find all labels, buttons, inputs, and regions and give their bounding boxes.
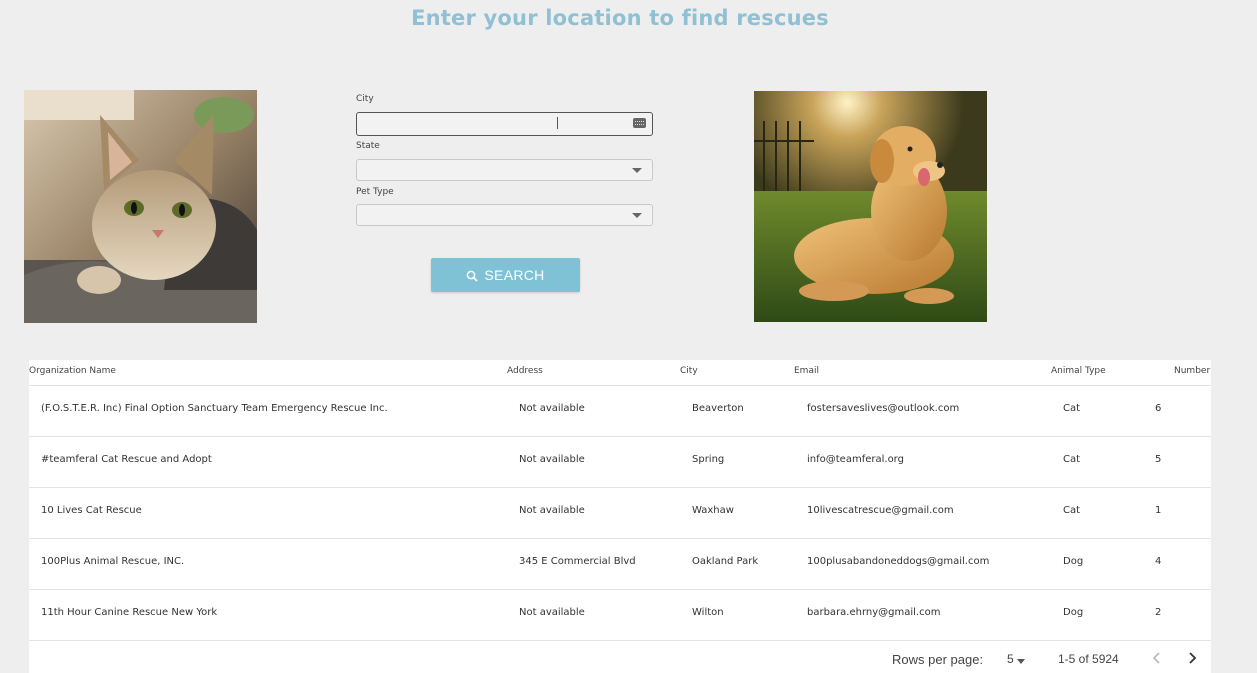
rows-per-page-select[interactable]: 5 [1007,652,1014,666]
table-row[interactable]: 10 Lives Cat Rescue Not available Waxhaw… [29,487,1211,539]
keyboard-icon[interactable] [633,118,646,128]
cell-organization: 11th Hour Canine Rescue New York [41,607,218,618]
cell-address: Not available [519,454,585,465]
text-cursor-icon [557,117,561,129]
chevron-left-icon [1152,652,1160,664]
cell-organization: 100Plus Animal Rescue, INC. [41,556,185,567]
cell-animal-type: Cat [1063,403,1081,414]
city-label: City [356,94,374,104]
cell-address: 345 E Commercial Blvd [519,556,636,567]
pet-type-label: Pet Type [356,187,394,197]
state-select[interactable] [356,159,653,181]
cell-email: 100plusabandoneddogs@gmail.com [807,556,990,567]
city-input[interactable] [356,112,653,136]
next-page-button[interactable] [1184,650,1200,666]
chevron-down-icon [632,213,642,218]
cell-organization: #teamferal Cat Rescue and Adopt [41,454,212,465]
cell-city: Beaverton [692,403,744,414]
chevron-down-icon [632,168,642,173]
table-header: Organization Name Address City Email Ani… [29,360,1211,386]
table-row[interactable]: (F.O.S.T.E.R. Inc) Final Option Sanctuar… [29,385,1211,437]
state-label: State [356,141,380,151]
column-header-email[interactable]: Email [794,366,819,376]
search-button-label: SEARCH [484,267,545,283]
cell-email: barbara.ehrny@gmail.com [807,607,941,618]
pagination-range: 1-5 of 5924 [1058,652,1119,666]
cell-animal-type: Dog [1063,607,1084,618]
cell-number: 4 [1155,556,1162,567]
table-row[interactable]: 11th Hour Canine Rescue New York Not ava… [29,589,1211,641]
chevron-down-icon[interactable] [1017,659,1025,664]
dog-photo [754,91,987,322]
column-header-city[interactable]: City [680,366,698,376]
cell-number: 1 [1155,505,1162,516]
previous-page-button[interactable] [1149,650,1165,666]
cell-city: Oakland Park [692,556,759,567]
column-header-animal-type[interactable]: Animal Type [1051,366,1106,376]
cell-email: info@teamferal.org [807,454,904,465]
cell-address: Not available [519,607,585,618]
cell-city: Wilton [692,607,724,618]
cell-email: fostersaveslives@outlook.com [807,403,960,414]
column-header-organization[interactable]: Organization Name [29,366,116,376]
column-header-number[interactable]: Number [1174,366,1210,376]
cell-number: 5 [1155,454,1162,465]
rescues-table: Organization Name Address City Email Ani… [29,360,1211,673]
cell-organization: 10 Lives Cat Rescue [41,505,142,516]
table-row[interactable]: 100Plus Animal Rescue, INC. 345 E Commer… [29,538,1211,590]
cell-animal-type: Cat [1063,505,1081,516]
cell-number: 2 [1155,607,1162,618]
rows-per-page-label: Rows per page: [892,652,984,667]
cell-animal-type: Dog [1063,556,1084,567]
pagination: Rows per page: 5 1-5 of 5924 [29,642,1211,673]
cell-number: 6 [1155,403,1162,414]
cat-photo [24,90,257,323]
cell-email: 10livescatrescue@gmail.com [807,505,954,516]
cell-organization: (F.O.S.T.E.R. Inc) Final Option Sanctuar… [41,403,388,414]
column-header-address[interactable]: Address [507,366,543,376]
cell-animal-type: Cat [1063,454,1081,465]
page-title: Enter your location to find rescues [411,6,829,30]
cell-address: Not available [519,505,585,516]
search-icon [466,269,478,282]
pet-type-select[interactable] [356,204,653,226]
table-row[interactable]: #teamferal Cat Rescue and Adopt Not avai… [29,436,1211,488]
cell-city: Waxhaw [692,505,734,516]
chevron-right-icon [1189,652,1197,664]
search-button[interactable]: SEARCH [431,258,580,292]
cell-city: Spring [692,454,725,465]
cell-address: Not available [519,403,585,414]
